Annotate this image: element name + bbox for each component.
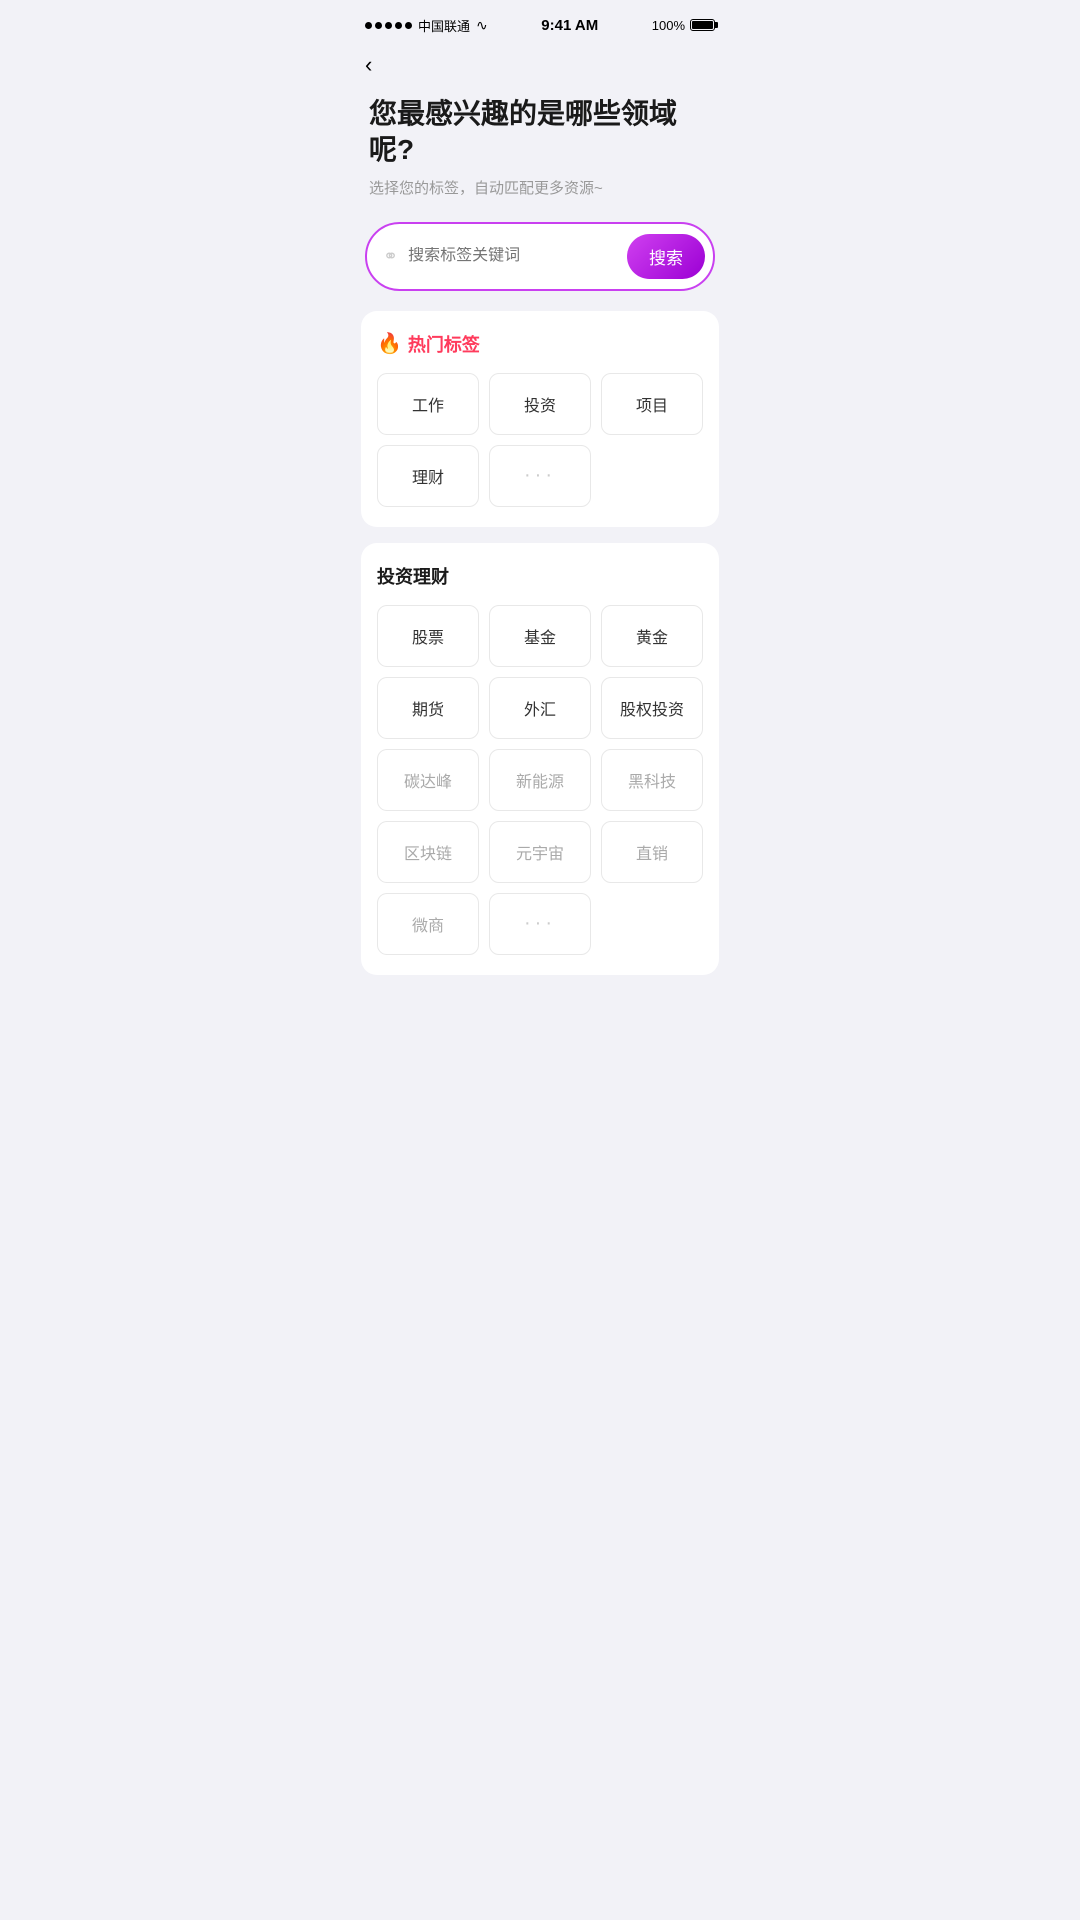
status-bar: 中国联通 ∿ 9:41 AM 100% bbox=[345, 0, 735, 44]
search-button[interactable]: 搜索 bbox=[627, 234, 705, 279]
tag-item-hot-2[interactable]: 项目 bbox=[601, 373, 703, 435]
tag-item-investment-5[interactable]: 股权投资 bbox=[601, 677, 703, 739]
fire-icon: 🔥 bbox=[377, 331, 402, 356]
tag-grid-hot: 工作投资项目理财··· bbox=[377, 373, 703, 507]
tag-item-investment-11[interactable]: 直销 bbox=[601, 821, 703, 883]
tag-item-investment-10[interactable]: 元宇宙 bbox=[489, 821, 591, 883]
signal-dot-4 bbox=[395, 22, 402, 29]
back-button[interactable]: ‹ bbox=[345, 44, 735, 86]
search-input[interactable] bbox=[408, 247, 617, 265]
tag-item-investment-8[interactable]: 黑科技 bbox=[601, 749, 703, 811]
tag-item-investment-2[interactable]: 黄金 bbox=[601, 605, 703, 667]
battery-fill bbox=[692, 21, 713, 29]
search-icon: ⚭ bbox=[383, 246, 398, 267]
status-right: 100% bbox=[652, 18, 715, 33]
section-hot: 🔥热门标签工作投资项目理财··· bbox=[361, 311, 719, 527]
tag-item-investment-1[interactable]: 基金 bbox=[489, 605, 591, 667]
page-subtitle: 选择您的标签，自动匹配更多资源~ bbox=[369, 177, 711, 198]
signal-dot-3 bbox=[385, 22, 392, 29]
tag-item-investment-7[interactable]: 新能源 bbox=[489, 749, 591, 811]
section-investment: 投资理财股票基金黄金期货外汇股权投资碳达峰新能源黑科技区块链元宇宙直销微商··· bbox=[361, 543, 719, 975]
tag-item-hot-4[interactable]: ··· bbox=[489, 445, 591, 507]
tag-item-investment-0[interactable]: 股票 bbox=[377, 605, 479, 667]
page-title: 您最感兴趣的是哪些领域呢? bbox=[369, 96, 711, 169]
wifi-icon: ∿ bbox=[476, 17, 488, 34]
battery-percent: 100% bbox=[652, 18, 685, 33]
section-title-text-investment: 投资理财 bbox=[377, 563, 449, 589]
signal-dots bbox=[365, 22, 412, 29]
search-container: ⚭ 搜索 bbox=[345, 222, 735, 311]
search-bar: ⚭ 搜索 bbox=[365, 222, 715, 291]
section-title-investment: 投资理财 bbox=[377, 563, 703, 589]
carrier-name: 中国联通 bbox=[418, 16, 470, 35]
tag-grid-investment: 股票基金黄金期货外汇股权投资碳达峰新能源黑科技区块链元宇宙直销微商··· bbox=[377, 605, 703, 955]
signal-dot-2 bbox=[375, 22, 382, 29]
tag-item-investment-4[interactable]: 外汇 bbox=[489, 677, 591, 739]
status-left: 中国联通 ∿ bbox=[365, 16, 488, 35]
page-header: 您最感兴趣的是哪些领域呢? 选择您的标签，自动匹配更多资源~ bbox=[345, 86, 735, 222]
tag-item-investment-9[interactable]: 区块链 bbox=[377, 821, 479, 883]
section-title-text-hot: 热门标签 bbox=[408, 331, 480, 357]
tag-item-hot-0[interactable]: 工作 bbox=[377, 373, 479, 435]
tag-item-investment-13[interactable]: ··· bbox=[489, 893, 591, 955]
back-arrow-icon: ‹ bbox=[365, 52, 372, 77]
tag-item-investment-6[interactable]: 碳达峰 bbox=[377, 749, 479, 811]
tag-item-investment-12[interactable]: 微商 bbox=[377, 893, 479, 955]
tag-item-hot-1[interactable]: 投资 bbox=[489, 373, 591, 435]
tag-item-hot-3[interactable]: 理财 bbox=[377, 445, 479, 507]
battery-icon bbox=[690, 19, 715, 31]
signal-dot-5 bbox=[405, 22, 412, 29]
tag-item-investment-3[interactable]: 期货 bbox=[377, 677, 479, 739]
signal-dot-1 bbox=[365, 22, 372, 29]
sections-container: 🔥热门标签工作投资项目理财···投资理财股票基金黄金期货外汇股权投资碳达峰新能源… bbox=[345, 311, 735, 975]
status-time: 9:41 AM bbox=[541, 17, 598, 34]
section-title-hot: 🔥热门标签 bbox=[377, 331, 703, 357]
